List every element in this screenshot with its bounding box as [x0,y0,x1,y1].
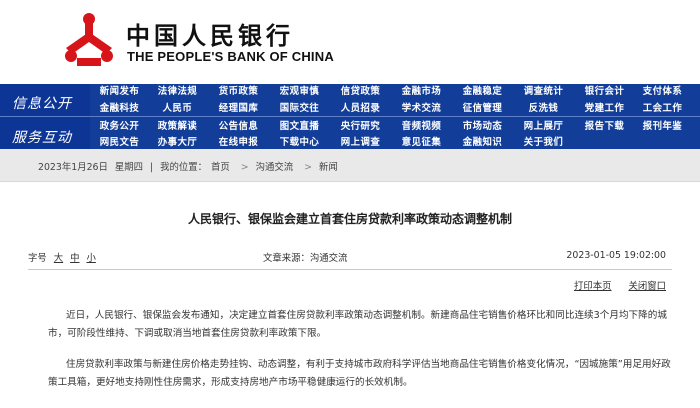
nav-link[interactable]: 报告下载 [574,119,635,135]
nav-link[interactable]: 政策解读 [147,119,208,135]
nav-link[interactable]: 音频视频 [391,119,452,135]
breadcrumb-bar: 2023年1月26日 星期四 | 我的位置： 首页 > 沟通交流 > 新闻 [0,149,700,182]
site-header: 中国人民银行 THE PEOPLE'S BANK OF CHINA [0,0,700,84]
nav-link[interactable]: 调查统计 [513,84,574,100]
article-paragraph: 近日，人民银行、银保监会发布通知，决定建立首套住房贷款利率政策动态调整机制。新建… [48,310,667,339]
current-weekday: 星期四 [114,162,144,173]
nav-section-info-disclosure[interactable]: 信息公开 [12,93,72,113]
nav-link[interactable]: 工会工作 [635,101,690,117]
pboc-logo-icon[interactable] [62,12,116,68]
breadcrumb-section[interactable]: 沟通交流 [256,162,294,173]
article-title: 人民银行、银保监会建立首套住房贷款利率政策动态调整机制 [187,212,512,226]
nav-link[interactable]: 反洗钱 [513,101,574,117]
nav-link[interactable]: 金融稳定 [452,84,513,100]
nav-link[interactable]: 金融市场 [391,84,452,100]
nav-link[interactable]: 法律法规 [147,84,208,100]
nav-link[interactable]: 学术交流 [391,101,452,117]
current-date: 2023年1月26日 [38,162,108,173]
nav-row-2: 金融科技 人民币 经理国库 国际交往 人员招录 学术交流 征信管理 反洗钱 党建… [92,101,690,117]
nav-link[interactable]: 公告信息 [208,119,269,135]
nav-link[interactable]: 国际交往 [269,101,330,117]
nav-link[interactable]: 政务公开 [92,119,147,135]
article-container: 人民银行、银保监会建立首套住房贷款利率政策动态调整机制 字号 大 中 小 文章来… [0,182,700,408]
nav-link[interactable]: 信贷政策 [330,84,391,100]
article-paragraph: 住房贷款利率政策与新建住房价格走势挂钩、动态调整，有利于支持城市政府科学评估当地… [48,359,671,388]
nav-link[interactable]: 征信管理 [452,101,513,117]
nav-link[interactable]: 人民币 [147,101,208,117]
article-source: 文章来源：沟通交流 [263,253,348,264]
nav-link[interactable]: 图文直播 [269,119,330,135]
nav-link[interactable]: 市场动态 [452,119,513,135]
nav-link[interactable]: 党建工作 [574,101,635,117]
logo-chinese-name: 中国人民银行 [126,21,294,50]
logo-english-name: THE PEOPLE'S BANK OF CHINA [127,49,334,64]
nav-link[interactable]: 央行研究 [330,119,391,135]
font-size-label: 字号 [28,253,47,264]
print-page-link[interactable]: 打印本页 [574,281,612,292]
article-date: 2023-01-05 19:02:00 [566,250,666,261]
nav-row-3: 政务公开 政策解读 公告信息 图文直播 央行研究 音频视频 市场动态 网上展厅 … [92,119,690,135]
nav-link[interactable]: 货币政策 [208,84,269,100]
nav-section-service-interaction[interactable]: 服务互动 [12,127,72,147]
breadcrumb: 2023年1月26日 星期四 | 我的位置： 首页 > 沟通交流 > 新闻 [38,159,342,173]
close-window-link[interactable]: 关闭窗口 [628,281,666,292]
nav-link[interactable]: 人员招录 [330,101,391,117]
nav-link[interactable]: 报刊年鉴 [635,119,690,135]
breadcrumb-home[interactable]: 首页 [211,162,230,173]
main-navigation: 信息公开 服务互动 新闻发布 法律法规 货币政策 宏观审慎 信贷政策 金融市场 … [0,84,700,149]
location-label: 我的位置： [160,162,208,173]
breadcrumb-separator: > [240,162,249,173]
breadcrumb-divider: | [150,162,154,173]
nav-link[interactable]: 银行会计 [574,84,635,100]
font-large-link[interactable]: 大 [54,253,63,264]
nav-link[interactable]: 支付体系 [635,84,690,100]
breadcrumb-current[interactable]: 新闻 [319,162,338,173]
nav-link[interactable]: 金融科技 [92,101,147,117]
nav-link[interactable]: 网上展厅 [513,119,574,135]
nav-row-1: 新闻发布 法律法规 货币政策 宏观审慎 信贷政策 金融市场 金融稳定 调查统计 … [92,84,690,100]
nav-link[interactable]: 经理国库 [208,101,269,117]
font-small-link[interactable]: 小 [87,253,96,264]
meta-divider [28,269,672,270]
article-actions: 打印本页 关闭窗口 [560,278,666,292]
nav-link[interactable]: 宏观审慎 [269,84,330,100]
nav-link[interactable]: 新闻发布 [92,84,147,100]
article-meta: 字号 大 中 小 文章来源：沟通交流 2023-01-05 19:02:00 [28,250,672,266]
font-size-controls: 字号 大 中 小 [28,250,96,264]
font-medium-link[interactable]: 中 [70,253,79,264]
breadcrumb-separator: > [304,162,312,173]
